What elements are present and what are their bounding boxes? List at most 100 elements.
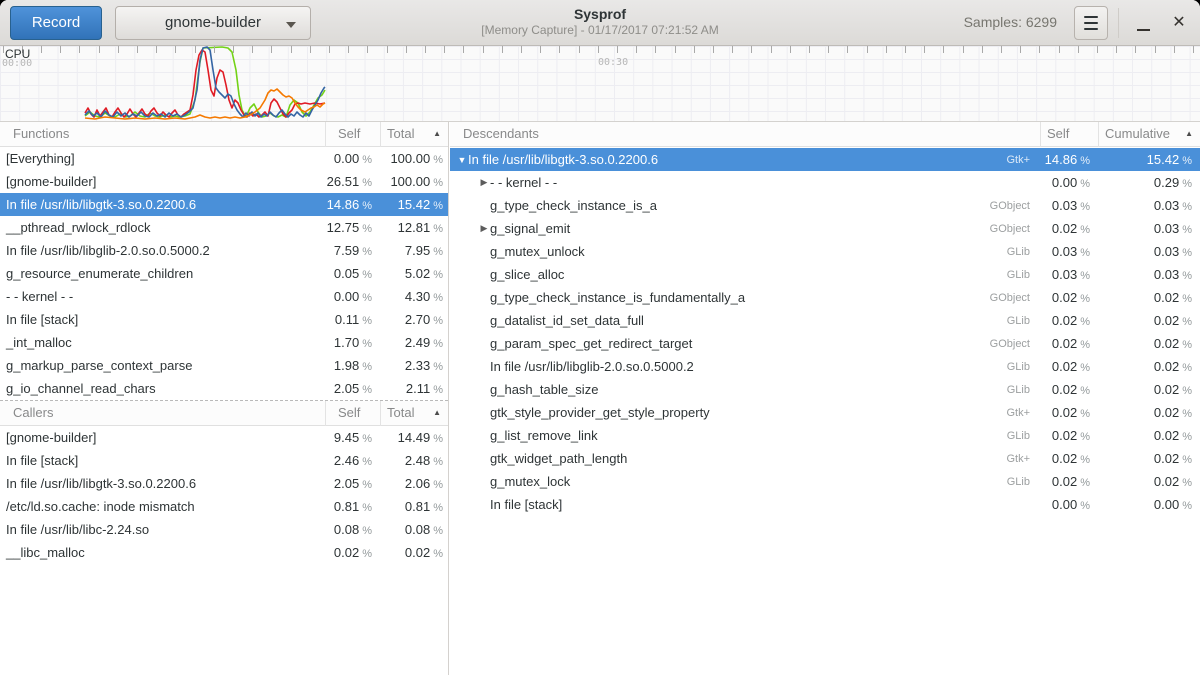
self-percent: 14.86% [325, 197, 380, 212]
table-row[interactable]: [gnome-builder] 9.45% 14.49% [0, 426, 448, 449]
self-percent: 0.02% [325, 545, 380, 560]
chevron-down-icon [286, 22, 296, 28]
column-descendants[interactable]: Descendants [450, 122, 1040, 147]
sysprof-window: Record gnome-builder Sysprof [Memory Cap… [0, 0, 1200, 675]
headerbar-separator [1118, 8, 1119, 38]
self-percent: 1.98% [325, 358, 380, 373]
table-row[interactable]: ▼ In file /usr/lib/libgtk-3.so.0.2200.6 … [450, 148, 1200, 171]
table-row[interactable]: g_io_channel_read_chars 2.05% 2.11% [0, 377, 448, 400]
table-row[interactable]: - - kernel - - 0.00% 4.30% [0, 285, 448, 308]
table-row[interactable]: [Everything] 0.00% 100.00% [0, 147, 448, 170]
table-row[interactable]: In file /usr/lib/libc-2.24.so 0.08% 0.08… [0, 518, 448, 541]
table-row[interactable]: g_slice_alloc GLib 0.03% 0.03% [450, 263, 1200, 286]
function-name: In file /usr/lib/libgtk-3.so.0.2200.6 [0, 476, 325, 491]
total-percent: 0.08% [380, 522, 448, 537]
table-row[interactable]: gtk_style_provider_get_style_property Gt… [450, 401, 1200, 424]
self-percent: 0.11% [325, 312, 380, 327]
functions-table: Functions Self Total ▲ [Everything] 0.00… [0, 122, 448, 400]
table-row[interactable]: __pthread_rwlock_rdlock 12.75% 12.81% [0, 216, 448, 239]
table-row[interactable]: gtk_widget_path_length Gtk+ 0.02% 0.02% [450, 447, 1200, 470]
library-badge: GLib [960, 246, 1040, 258]
self-percent: 0.03% [1040, 244, 1098, 259]
library-badge: GLib [960, 315, 1040, 327]
column-functions[interactable]: Functions [0, 122, 325, 147]
function-name: [gnome-builder] [0, 430, 325, 445]
table-row[interactable]: g_list_remove_link GLib 0.02% 0.02% [450, 424, 1200, 447]
left-pane: Functions Self Total ▲ [Everything] 0.00… [0, 122, 449, 675]
total-percent: 2.49% [380, 335, 448, 350]
library-badge: GLib [960, 269, 1040, 281]
column-callers[interactable]: Callers [0, 401, 325, 426]
close-button[interactable]: ✕ [1163, 6, 1195, 40]
cpu-graph[interactable]: CPU 00:00 00:30 [0, 46, 1200, 122]
function-name: - - kernel - - [0, 289, 325, 304]
table-row[interactable]: In file [stack] 2.46% 2.48% [0, 449, 448, 472]
self-percent: 0.02% [1040, 221, 1098, 236]
library-badge: GObject [960, 200, 1040, 212]
menu-button[interactable] [1074, 6, 1108, 40]
process-selector[interactable]: gnome-builder [115, 6, 311, 40]
self-percent: 0.00% [1040, 175, 1098, 190]
self-percent: 0.02% [1040, 405, 1098, 420]
minimize-button[interactable] [1127, 6, 1159, 40]
self-percent: 0.02% [1040, 474, 1098, 489]
table-row[interactable]: In file [stack] 0.11% 2.70% [0, 308, 448, 331]
total-percent: 100.00% [380, 151, 448, 166]
function-name: g_list_remove_link [450, 428, 960, 443]
table-row[interactable]: ▶ - - kernel - - 0.00% 0.29% [450, 171, 1200, 194]
descendants-header: Descendants Self Cumulative ▲ [450, 122, 1200, 147]
table-row[interactable]: __libc_malloc 0.02% 0.02% [0, 541, 448, 564]
table-row[interactable]: g_type_check_instance_is_fundamentally_a… [450, 286, 1200, 309]
table-row[interactable]: ▶ g_signal_emit GObject 0.02% 0.03% [450, 217, 1200, 240]
table-row[interactable]: g_type_check_instance_is_a GObject 0.03%… [450, 194, 1200, 217]
table-row[interactable]: g_mutex_lock GLib 0.02% 0.02% [450, 470, 1200, 493]
function-name: g_param_spec_get_redirect_target [450, 336, 960, 351]
library-badge: GLib [960, 361, 1040, 373]
library-badge: GObject [960, 338, 1040, 350]
column-self[interactable]: Self [325, 122, 380, 147]
table-row[interactable]: _int_malloc 1.70% 2.49% [0, 331, 448, 354]
table-row[interactable]: g_datalist_id_set_data_full GLib 0.02% 0… [450, 309, 1200, 332]
self-percent: 12.75% [325, 220, 380, 235]
table-row[interactable]: In file /usr/lib/libglib-2.0.so.0.5000.2… [450, 355, 1200, 378]
table-row[interactable]: g_markup_parse_context_parse 1.98% 2.33% [0, 354, 448, 377]
table-row[interactable]: g_resource_enumerate_children 0.05% 5.02… [0, 262, 448, 285]
total-percent: 2.70% [380, 312, 448, 327]
library-badge: Gtk+ [960, 407, 1040, 419]
column-cumulative[interactable]: Cumulative ▲ [1098, 122, 1200, 147]
function-name: /etc/ld.so.cache: inode mismatch [0, 499, 325, 514]
total-percent: 12.81% [380, 220, 448, 235]
self-percent: 0.02% [1040, 313, 1098, 328]
function-name: In file /usr/lib/libglib-2.0.so.0.5000.2 [450, 359, 960, 374]
expander-icon[interactable]: ▶ [478, 177, 490, 188]
table-row[interactable]: In file /usr/lib/libglib-2.0.so.0.5000.2… [0, 239, 448, 262]
expander-icon[interactable]: ▼ [456, 155, 468, 165]
cumulative-percent: 0.02% [1098, 290, 1200, 305]
table-row[interactable]: In file /usr/lib/libgtk-3.so.0.2200.6 14… [0, 193, 448, 216]
column-self[interactable]: Self [1040, 122, 1098, 147]
total-percent: 15.42% [380, 197, 448, 212]
self-percent: 14.86% [1040, 152, 1098, 167]
expander-icon[interactable]: ▶ [478, 223, 490, 234]
table-row[interactable]: [gnome-builder] 26.51% 100.00% [0, 170, 448, 193]
record-button[interactable]: Record [10, 6, 102, 40]
samples-count: Samples: 6299 [964, 14, 1057, 30]
callers-table: Callers Self Total ▲ [gnome-builder] 9.4… [0, 401, 448, 564]
table-row[interactable]: g_mutex_unlock GLib 0.03% 0.03% [450, 240, 1200, 263]
self-percent: 0.00% [325, 289, 380, 304]
self-percent: 0.03% [1040, 267, 1098, 282]
column-total[interactable]: Total ▲ [380, 401, 448, 426]
column-total[interactable]: Total ▲ [380, 122, 448, 147]
function-name: In file [stack] [450, 497, 960, 512]
table-row[interactable]: g_hash_table_size GLib 0.02% 0.02% [450, 378, 1200, 401]
column-self[interactable]: Self [325, 401, 380, 426]
library-badge: Gtk+ [960, 453, 1040, 465]
table-row[interactable]: g_param_spec_get_redirect_target GObject… [450, 332, 1200, 355]
function-name: g_resource_enumerate_children [0, 266, 325, 281]
table-row[interactable]: /etc/ld.so.cache: inode mismatch 0.81% 0… [0, 495, 448, 518]
self-percent: 0.00% [325, 151, 380, 166]
table-row[interactable]: In file /usr/lib/libgtk-3.so.0.2200.6 2.… [0, 472, 448, 495]
self-percent: 9.45% [325, 430, 380, 445]
table-row[interactable]: In file [stack] 0.00% 0.00% [450, 493, 1200, 516]
cumulative-percent: 0.02% [1098, 474, 1200, 489]
